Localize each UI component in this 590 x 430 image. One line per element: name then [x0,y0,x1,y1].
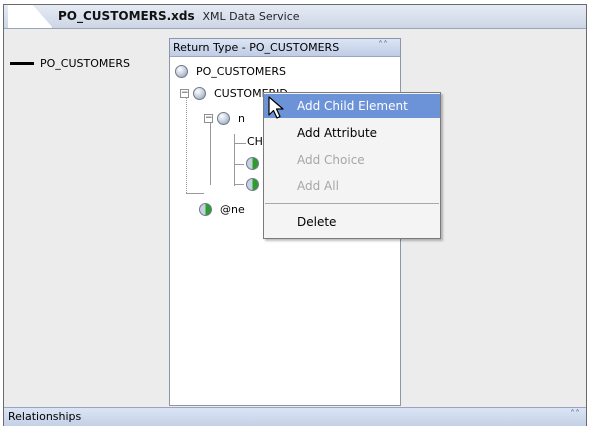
panel-title: Return Type - PO_CUSTOMERS [173,41,340,54]
collapse-icon[interactable]: − [180,89,189,98]
tree-node-attribute-ne[interactable]: @ne [199,203,245,216]
attribute-icon [246,178,259,191]
tree-node-label: PO_CUSTOMERS [196,65,286,78]
relationships-bar[interactable]: Relationships ˄˄ [4,407,586,426]
return-type-panel-header: Return Type - PO_CUSTOMERS ˄˄ [170,39,400,57]
tree-line [234,164,244,165]
double-chevron-up-icon[interactable]: ˄˄ [570,409,580,420]
mouse-pointer-icon [268,96,284,119]
tree-line [234,184,244,185]
data-service-label: PO_CUSTOMERS [40,57,130,70]
context-menu: Add Child Element Add Attribute Add Choi… [263,92,441,239]
element-icon [175,65,188,78]
tab-file-name: PO_CUSTOMERS.xds [58,9,195,23]
attribute-icon [199,203,212,216]
attribute-icon [246,157,259,170]
menu-item-delete[interactable]: Delete [264,210,440,234]
double-chevron-up-icon[interactable]: ˄˄ [378,40,388,51]
tree-line [210,119,211,185]
tree-line [186,193,204,194]
tab-description: XML Data Service [202,10,300,23]
editor-tab-bar: PO_CUSTOMERS.xds XML Data Service [4,5,586,29]
menu-item-add-attribute[interactable]: Add Attribute [264,121,440,145]
tree-node-label: n [238,112,245,125]
element-icon [217,112,230,125]
connector-line [10,62,34,65]
collapse-icon[interactable]: − [204,114,213,123]
tree-node-label: @ne [220,203,245,216]
tree-node-label: CH [247,135,263,148]
tree-line [186,97,187,193]
menu-item-add-child-element[interactable]: Add Child Element [264,94,440,118]
tab-notch [8,5,53,28]
menu-item-add-choice: Add Choice [297,153,365,167]
menu-separator [265,203,439,204]
tree-line [234,143,246,144]
tree-node-child[interactable]: − n [204,112,245,125]
menu-item-add-all: Add All [297,179,339,193]
element-icon [193,87,206,100]
editor-window: PO_CUSTOMERS.xds XML Data Service PO_CUS… [3,4,587,426]
editor-tab[interactable]: PO_CUSTOMERS.xds XML Data Service [58,9,300,23]
data-service-entry[interactable]: PO_CUSTOMERS [10,57,130,70]
relationships-label: Relationships [8,410,82,423]
tree-line [234,134,235,186]
tree-node-root[interactable]: PO_CUSTOMERS [175,65,286,78]
tree-node-ch[interactable]: CH [247,135,263,148]
